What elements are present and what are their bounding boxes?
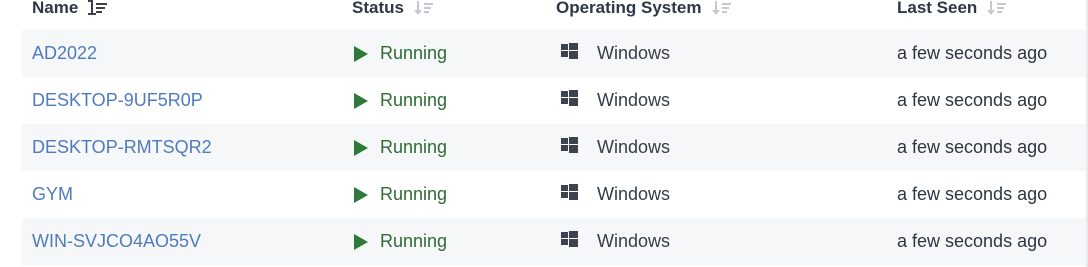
- windows-icon: [561, 230, 578, 253]
- os-cell: Windows: [561, 171, 670, 218]
- status-cell: Running: [354, 77, 447, 124]
- play-icon: [354, 139, 368, 156]
- windows-icon: [561, 136, 578, 159]
- sort-inactive-icon[interactable]: [413, 0, 434, 18]
- column-header-status[interactable]: Status: [352, 0, 434, 20]
- table-row[interactable]: DESKTOP-RMTSQR2 Running Windows a few se…: [22, 124, 1088, 171]
- os-text: Windows: [597, 231, 671, 251]
- column-header-last-seen-label: Last Seen: [897, 0, 978, 17]
- column-header-status-label: Status: [352, 0, 404, 17]
- last-seen-text: a few seconds ago: [897, 231, 1048, 251]
- status-text: Running: [380, 184, 448, 204]
- os-text: Windows: [597, 137, 671, 157]
- column-header-name[interactable]: Name: [32, 0, 110, 20]
- hosts-table: Name Status Operating System Last Seen A…: [0, 0, 1088, 267]
- os-text: Windows: [597, 43, 671, 63]
- host-name-link[interactable]: DESKTOP-RMTSQR2: [32, 124, 212, 171]
- play-icon: [354, 92, 368, 109]
- column-header-last-seen[interactable]: Last Seen: [897, 0, 1007, 20]
- table-header: Name Status Operating System Last Seen: [0, 0, 1088, 27]
- os-text: Windows: [597, 90, 671, 110]
- status-text: Running: [380, 231, 448, 251]
- status-cell: Running: [354, 30, 447, 77]
- status-text: Running: [380, 137, 448, 157]
- sort-ascending-icon[interactable]: [88, 0, 110, 18]
- play-icon: [354, 45, 368, 62]
- os-cell: Windows: [561, 124, 670, 171]
- status-text: Running: [380, 90, 448, 110]
- status-text: Running: [380, 43, 448, 63]
- host-name-link[interactable]: GYM: [32, 171, 73, 218]
- windows-icon: [561, 89, 578, 112]
- os-cell: Windows: [561, 30, 670, 77]
- column-header-name-label: Name: [32, 0, 79, 17]
- windows-icon: [561, 42, 578, 65]
- last-seen-text: a few seconds ago: [897, 137, 1048, 157]
- table-row[interactable]: GYM Running Windows a few seconds ago: [22, 171, 1088, 218]
- sort-inactive-icon[interactable]: [711, 0, 732, 18]
- status-cell: Running: [354, 171, 447, 218]
- host-name-link[interactable]: WIN-SVJCO4AO55V: [32, 218, 201, 265]
- os-cell: Windows: [561, 218, 670, 265]
- os-cell: Windows: [561, 77, 670, 124]
- table-row[interactable]: WIN-SVJCO4AO55V Running Windows a few se…: [22, 218, 1088, 265]
- host-name-link[interactable]: DESKTOP-9UF5R0P: [32, 77, 203, 124]
- play-icon: [354, 186, 368, 203]
- table-row[interactable]: AD2022 Running Windows a few seconds ago: [22, 30, 1088, 77]
- status-cell: Running: [354, 218, 447, 265]
- table-row[interactable]: DESKTOP-9UF5R0P Running Windows a few se…: [22, 77, 1088, 124]
- status-cell: Running: [354, 124, 447, 171]
- play-icon: [354, 233, 368, 250]
- host-name-link[interactable]: AD2022: [32, 30, 97, 77]
- sort-inactive-icon[interactable]: [987, 0, 1007, 18]
- windows-icon: [561, 183, 578, 206]
- column-header-os[interactable]: Operating System: [556, 0, 732, 20]
- os-text: Windows: [597, 184, 671, 204]
- last-seen-text: a few seconds ago: [897, 184, 1048, 204]
- last-seen-text: a few seconds ago: [897, 90, 1048, 110]
- last-seen-text: a few seconds ago: [897, 43, 1048, 63]
- column-header-os-label: Operating System: [556, 0, 702, 17]
